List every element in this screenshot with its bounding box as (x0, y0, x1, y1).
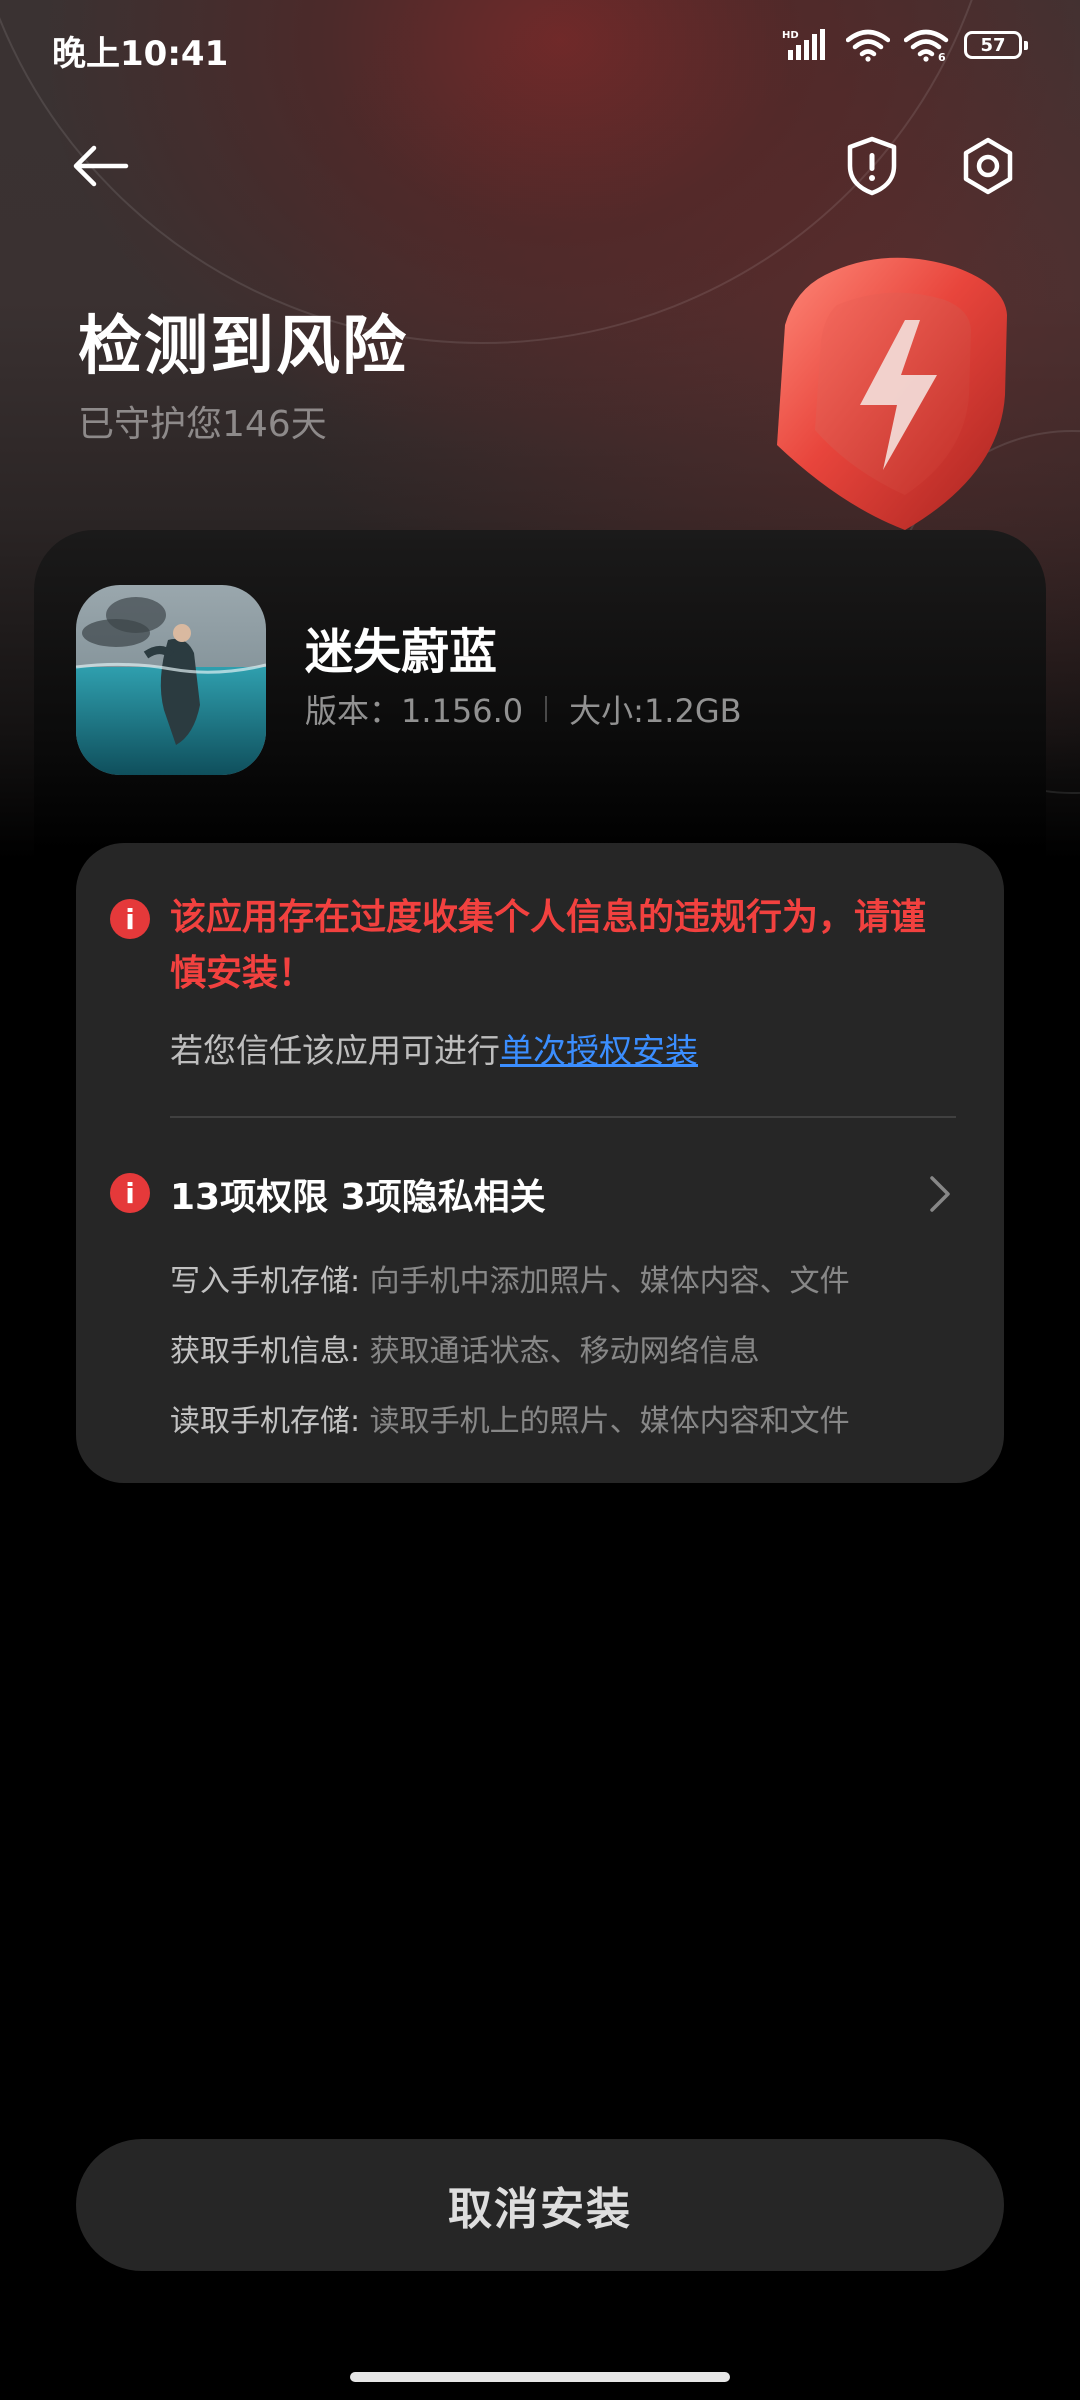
protection-days: 已守护您146天 (78, 404, 327, 445)
permission-desc: 向手机中添加照片、媒体内容、文件 (360, 1264, 850, 1299)
info-icon: i (110, 1173, 150, 1213)
battery-level: 57 (980, 34, 1006, 56)
app-meta: 版本：1.156.0 大小:1.2GB (305, 686, 742, 732)
permission-label: 获取手机信息: (170, 1334, 361, 1369)
security-report-button[interactable] (832, 126, 912, 206)
app-size: 大小:1.2GB (569, 692, 742, 730)
divider (170, 1116, 956, 1118)
permission-item: 读取手机存储: 读取手机上的照片、媒体内容和文件 (170, 1396, 850, 1440)
permission-label: 写入手机存储: (170, 1264, 361, 1299)
trust-install-line: 若您信任该应用可进行单次授权安装 (170, 1024, 698, 1072)
permission-label: 读取手机存储: (170, 1404, 361, 1439)
risk-warning-title: 该应用存在过度收集个人信息的违规行为，请谨慎安装！ (170, 897, 927, 994)
wifi-6-icon: 6 (904, 29, 949, 62)
info-icon: i (110, 899, 150, 939)
status-icons: HD 6 57 (782, 28, 1028, 62)
settings-icon (963, 137, 1013, 195)
battery-indicator: 57 (964, 31, 1028, 59)
svg-text:6: 6 (938, 51, 946, 62)
trust-prefix: 若您信任该应用可进行 (170, 1031, 500, 1070)
screen: 晚上10:41 HD 6 57 检测到风险 已守护您146天 迷失蔚蓝 版本：1… (0, 0, 1080, 2400)
permissions-summary-row[interactable]: i 13项权限 3项隐私相关 (76, 1160, 1004, 1226)
home-indicator[interactable] (350, 2372, 730, 2382)
hd-label: HD (782, 30, 799, 41)
status-bar: 晚上10:41 HD 6 57 (0, 0, 1080, 96)
wifi-icon (846, 29, 890, 62)
permission-item: 写入手机存储: 向手机中添加照片、媒体内容、文件 (170, 1256, 850, 1300)
lightning-shield-icon (777, 257, 1007, 530)
app-name: 迷失蔚蓝 (305, 624, 498, 680)
page-title: 检测到风险 (78, 310, 408, 384)
permission-desc: 读取手机上的照片、媒体内容和文件 (360, 1404, 850, 1439)
shield-alert-icon (847, 136, 897, 196)
permission-desc: 获取通话状态、移动网络信息 (360, 1334, 760, 1369)
cancel-install-button[interactable]: 取消安装 (76, 2139, 1004, 2271)
permission-item: 获取手机信息: 获取通话状态、移动网络信息 (170, 1326, 760, 1370)
status-time: 晚上10:41 (52, 34, 229, 74)
app-version: 版本：1.156.0 (305, 692, 524, 730)
settings-button[interactable] (948, 126, 1028, 206)
cellular-signal-icon: HD (782, 29, 825, 60)
app-icon (76, 585, 266, 775)
chevron-right-icon (930, 1176, 950, 1212)
single-authorization-install-link[interactable]: 单次授权安装 (500, 1031, 698, 1070)
permissions-summary: 13项权限 3项隐私相关 (170, 1177, 546, 1218)
back-arrow-icon (73, 145, 129, 187)
back-button[interactable] (60, 126, 140, 206)
meta-divider (545, 696, 548, 722)
